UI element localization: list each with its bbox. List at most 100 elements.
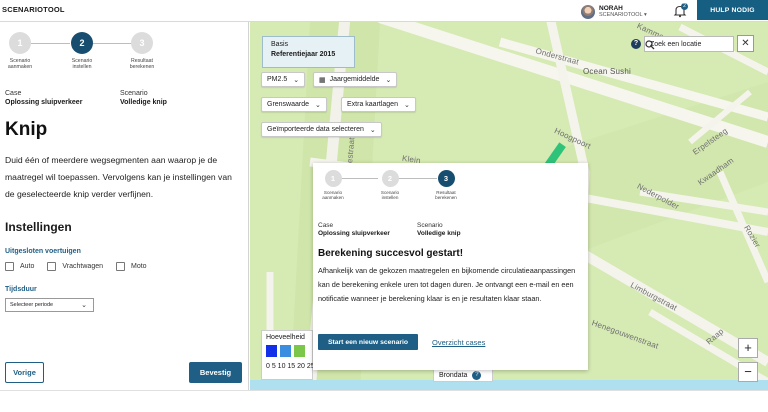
map-legend: Hoeveelheid 0 5 10 15 20 25 30 35 40 45 xyxy=(261,330,354,380)
legend-swatch xyxy=(294,345,305,357)
step-circle: 1 xyxy=(324,170,342,187)
case-label: Case xyxy=(5,90,22,97)
cases-overview-link[interactable]: Overzicht cases xyxy=(432,338,485,347)
step-circle: 1 xyxy=(9,32,31,54)
dialog-stepper: 1 Scenario aanmaken 2 Scenario instellen 3… xyxy=(313,170,483,210)
step-circle: 3 xyxy=(131,32,153,54)
imported-data-select[interactable]: Geïmporteerde data selecteren ⌄ xyxy=(261,122,382,137)
checkbox-vrachtwagen[interactable]: Vrachtwagen xyxy=(47,262,103,271)
calendar-icon: ▦ xyxy=(319,76,326,84)
dialog-title: Berekening succesvol gestart! xyxy=(318,248,464,259)
legend-ticks: 0 5 10 15 20 25 30 35 40 45 xyxy=(266,363,354,370)
checkbox-moto[interactable]: Moto xyxy=(116,262,147,271)
duration-heading: Tijdsduur xyxy=(5,286,37,293)
case-label: Case xyxy=(318,222,334,229)
step-label: aanmaken xyxy=(322,195,344,200)
threshold-select[interactable]: Grenswaarde ⌄ xyxy=(261,97,327,112)
legend-swatch xyxy=(266,345,277,357)
chevron-down-icon: ⌄ xyxy=(315,101,321,109)
avatar xyxy=(581,4,595,19)
page-title: Knip xyxy=(5,119,48,140)
legend-title: Hoeveelheid xyxy=(266,334,305,341)
app-title: SCENARIOTOOL xyxy=(2,5,65,14)
user-subtitle: SCENARIOTOOL ▾ xyxy=(599,11,647,18)
scenario-info: Scenario Volledige knip xyxy=(120,89,167,107)
zoom-out-button[interactable]: − xyxy=(738,362,758,382)
chevron-down-icon: ⌄ xyxy=(403,101,410,109)
help-button[interactable]: HULP NODIG xyxy=(697,0,768,20)
step-circle: 3 xyxy=(437,170,455,187)
question-icon: ? xyxy=(472,370,482,380)
case-info: Case Oplossing sluipverkeer xyxy=(318,222,390,238)
chevron-down-icon: ▾ xyxy=(643,11,647,18)
step-3: 3 Resultaat berekenen xyxy=(426,170,466,200)
scenario-value: Volledige knip xyxy=(417,230,461,237)
checkbox[interactable] xyxy=(116,262,126,271)
extra-layers-select[interactable]: Extra kaartlagen ⌄ xyxy=(341,97,416,112)
step-label: berekenen xyxy=(435,195,457,200)
scenario-info: Scenario Volledige knip xyxy=(417,222,461,238)
scenario-value: Volledige knip xyxy=(120,99,167,106)
settings-heading: Instellingen xyxy=(5,220,72,234)
previous-button[interactable]: Vorige xyxy=(5,362,44,383)
search-icon[interactable] xyxy=(645,40,655,50)
extra-layers-value: Extra kaartlagen xyxy=(347,101,398,108)
basis-label: Basis xyxy=(271,41,289,48)
zoom-in-button[interactable]: + xyxy=(738,338,758,358)
step-label: berekenen xyxy=(129,64,155,70)
case-value: Oplossing sluipverkeer xyxy=(5,99,83,106)
pollutant-value: PM2.5 xyxy=(267,76,288,83)
location-search[interactable]: Zoek een locatie xyxy=(644,36,734,52)
basis-value: Referentiejaar 2015 xyxy=(271,51,336,58)
chevron-down-icon: ⌄ xyxy=(81,302,87,309)
checkbox[interactable] xyxy=(47,262,57,271)
case-value: Oplossing sluipverkeer xyxy=(318,230,390,237)
close-icon[interactable]: ✕ xyxy=(737,35,754,52)
stepper: 1 Scenario aanmaken 2 Scenario instellen 3… xyxy=(0,32,170,72)
success-dialog: 1 Scenario aanmaken 2 Scenario instellen 3… xyxy=(313,163,588,370)
step-label: instellen xyxy=(381,195,399,200)
duration-select[interactable]: Selecteer periode ⌄ xyxy=(5,298,94,312)
scenario-label: Scenario xyxy=(120,90,148,97)
chevron-down-icon: ⌄ xyxy=(385,76,392,84)
checkbox-label: Moto xyxy=(131,263,147,270)
top-bar: SCENARIOTOOL NORAH SCENARIOTOOL ▾ 2 HULP… xyxy=(0,0,768,22)
search-input[interactable]: Zoek een locatie xyxy=(650,41,701,48)
step-circle: 2 xyxy=(71,32,93,54)
pollutant-select[interactable]: PM2.5 ⌄ xyxy=(261,72,306,87)
period-select[interactable]: ▦ Jaargemiddelde ⌄ xyxy=(313,72,398,87)
notification-badge: 2 xyxy=(681,3,688,10)
step-circle: 2 xyxy=(381,170,399,187)
sidebar: 1 Scenario aanmaken 2 Scenario instellen 3… xyxy=(0,22,249,390)
imported-data-value: Geïmporteerde data selecteren xyxy=(267,126,364,133)
chevron-down-icon: ⌄ xyxy=(369,126,376,134)
duration-select-value: Selecteer periode xyxy=(10,302,54,308)
step-1[interactable]: 1 Scenario aanmaken xyxy=(0,32,40,70)
step-3[interactable]: 3 Resultaat berekenen xyxy=(122,32,162,70)
step-label: aanmaken xyxy=(7,64,33,70)
user-menu[interactable]: NORAH SCENARIOTOOL ▾ xyxy=(581,3,647,20)
step-label: instellen xyxy=(72,64,92,70)
chevron-down-icon: ⌄ xyxy=(293,76,300,84)
case-info: Case Oplossing sluipverkeer xyxy=(5,89,82,107)
checkbox-label: Vrachtwagen xyxy=(62,263,104,270)
period-value: Jaargemiddelde xyxy=(329,76,380,83)
help-icon[interactable]: ? xyxy=(631,39,641,49)
step-2[interactable]: 2 Scenario instellen xyxy=(62,32,102,70)
vehicle-checkboxes: Auto Vrachtwagen Moto xyxy=(5,262,160,271)
scenario-label: Scenario xyxy=(417,222,443,229)
checkbox-auto[interactable]: Auto xyxy=(5,262,34,271)
basis-card: Basis Referentiejaar 2015 xyxy=(262,36,355,68)
user-name: NORAH xyxy=(599,4,623,12)
legend-swatch xyxy=(280,345,291,357)
dialog-text: Afhankelijk van de gekozen maatregelen e… xyxy=(318,266,576,303)
notification-bell-icon[interactable]: 2 xyxy=(673,3,688,18)
footer xyxy=(0,390,768,412)
confirm-button[interactable]: Bevestig xyxy=(189,362,242,383)
new-scenario-button[interactable]: Start een nieuw scenario xyxy=(318,334,418,350)
brondata-button[interactable]: Brondata? xyxy=(433,368,493,382)
step-1: 1 Scenario aanmaken xyxy=(313,170,353,200)
checkbox[interactable] xyxy=(5,262,14,271)
checkbox-label: Auto xyxy=(20,263,35,270)
poi-label: Ocean Sushi xyxy=(583,67,632,76)
